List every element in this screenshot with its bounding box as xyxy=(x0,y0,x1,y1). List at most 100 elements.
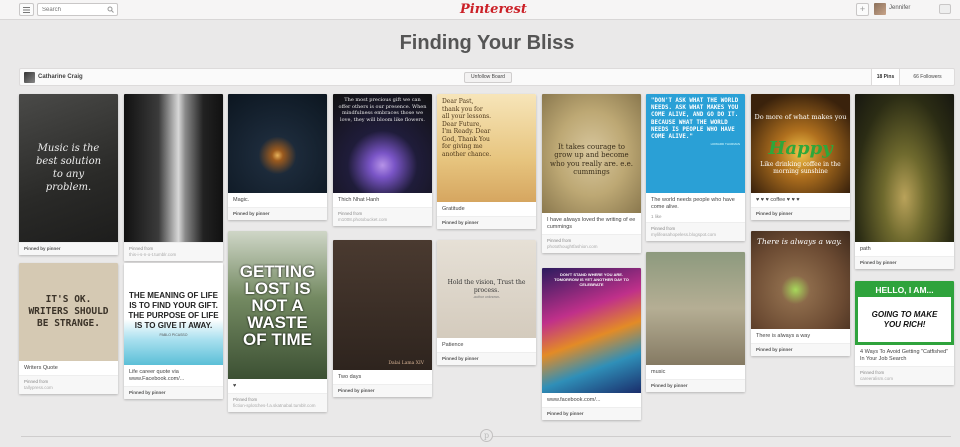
notifications-icon[interactable] xyxy=(939,4,951,14)
pin-source[interactable]: photothoughtfashion.com xyxy=(547,244,636,250)
pinned-by[interactable]: Pinned by pinner xyxy=(756,347,793,352)
pinned-by[interactable]: Pinned by pinner xyxy=(547,411,584,416)
pin-source[interactable]: tallypress.com xyxy=(24,385,113,391)
pin-quote: "DON'T ASK WHAT THE WORLD NEEDS. ASK WHA… xyxy=(651,98,739,141)
pin-card[interactable]: There is always a way. There is always a… xyxy=(751,231,850,356)
pin-image[interactable]: Do more of what makes you Happy Like dri… xyxy=(751,94,850,193)
pin-card[interactable]: Do more of what makes you Happy Like dri… xyxy=(751,94,850,220)
page-title: Finding Your Bliss xyxy=(399,32,575,54)
pin-card[interactable]: HELLO, I AM... GOING TO MAKE YOU RICH! 4… xyxy=(855,281,954,385)
pinterest-logo[interactable]: Pinterest xyxy=(460,1,527,18)
pin-image[interactable]: Music is the best solution to any proble… xyxy=(19,94,118,242)
pinned-by[interactable]: Pinned by pinner xyxy=(24,246,61,251)
pin-image-text: GETTING LOST IS NOT A WASTE OF TIME xyxy=(239,261,316,349)
pin-meta: Pinned by pinner xyxy=(437,216,536,229)
pin-description: Gratitude xyxy=(442,206,465,212)
pin-image[interactable]: The most precious gift we can offer othe… xyxy=(333,94,432,193)
pinterest-footer-icon: p xyxy=(480,429,493,442)
plus-icon: + xyxy=(859,4,866,14)
pinned-by[interactable]: Pinned by pinner xyxy=(442,220,479,225)
pin-meta: Pinned by pinner xyxy=(437,352,536,365)
pin-meta: Pinned from fiction-splotches-f.a.skatnab… xyxy=(228,393,327,412)
pinned-by[interactable]: Pinned by pinner xyxy=(756,211,793,216)
tab-pins-count[interactable]: 18 Pins xyxy=(871,69,900,85)
pin-meta: Pinned by pinner xyxy=(751,343,850,356)
pin-source[interactable]: m1008.photobucket.com xyxy=(338,217,427,223)
unfollow-board-button[interactable]: Unfollow Board xyxy=(464,72,512,83)
pin-image[interactable]: THE MEANING OF LIFE IS TO FIND YOUR GIFT… xyxy=(124,263,223,365)
avatar[interactable] xyxy=(874,3,886,15)
pin-image-text: Do more of what makes you Happy Like dri… xyxy=(751,110,850,178)
pin-source[interactable]: careeralism.com xyxy=(860,376,949,382)
pin-image[interactable]: GETTING LOST IS NOT A WASTE OF TIME xyxy=(228,231,327,379)
like-count[interactable]: 1 like xyxy=(646,214,745,222)
pin-card[interactable]: Music is the best solution to any proble… xyxy=(19,94,118,255)
hamburger-icon xyxy=(23,6,30,13)
top-bar: Pinterest + Jennifer xyxy=(0,0,960,20)
pin-quote-footer: Like drinking coffee in the morning suns… xyxy=(760,160,841,175)
pin-description: I have always loved the writing of ee cu… xyxy=(547,217,636,230)
pin-image[interactable]: Hold the vision, Trust the process. -aut… xyxy=(437,240,536,338)
pin-image-text: Dear Past, thank you for all your lesson… xyxy=(442,98,492,158)
owner-avatar[interactable] xyxy=(24,72,35,83)
pin-card[interactable]: "DON'T ASK WHAT THE WORLD NEEDS. ASK WHA… xyxy=(646,94,745,241)
pin-card[interactable]: The most precious gift we can offer othe… xyxy=(333,94,432,226)
pin-card[interactable]: Dalai Lama XIV Two days Pinned by pinner xyxy=(333,240,432,397)
pin-image[interactable] xyxy=(646,252,745,365)
pinned-by[interactable]: Pinned by pinner xyxy=(442,356,479,361)
tab-followers-count[interactable]: 66 Followers xyxy=(900,69,955,85)
pinned-by[interactable]: Pinned by pinner xyxy=(338,388,375,393)
menu-button[interactable] xyxy=(19,3,34,16)
pin-image[interactable] xyxy=(228,94,327,193)
pin-card[interactable]: It takes courage to grow up and become w… xyxy=(542,94,641,253)
pin-image[interactable] xyxy=(855,94,954,242)
pin-card[interactable]: Pinned from this-i-s-n-o-t.tumblr.com xyxy=(124,94,223,261)
pin-source[interactable]: fiction-splotches-f.a.skatnabal.tumblr.c… xyxy=(233,403,322,409)
pin-source[interactable]: this-i-s-n-o-t.tumblr.com xyxy=(129,252,218,258)
pin-card[interactable]: Hold the vision, Trust the process. -aut… xyxy=(437,240,536,365)
pin-image-text: The most precious gift we can offer othe… xyxy=(338,97,427,123)
add-pin-button[interactable]: + xyxy=(856,3,869,16)
pin-image[interactable]: Dalai Lama XIV xyxy=(333,240,432,370)
search-box xyxy=(37,3,118,16)
pinned-by[interactable]: Pinned by pinner xyxy=(233,211,270,216)
search-icon[interactable] xyxy=(107,6,114,13)
pin-image[interactable]: IT'S OK. WRITERS SHOULD BE STRANGE. xyxy=(19,263,118,361)
pin-card[interactable]: IT'S OK. WRITERS SHOULD BE STRANGE. Writ… xyxy=(19,263,118,394)
pin-quote: Hold the vision, Trust the process. xyxy=(447,279,526,294)
pin-card[interactable]: Dear Past, thank you for all your lesson… xyxy=(437,94,536,229)
pinned-by[interactable]: Pinned by pinner xyxy=(860,260,897,265)
search-input[interactable] xyxy=(38,4,106,15)
pin-quote-highlight: Happy xyxy=(768,137,833,159)
pin-meta: Pinned from m1008.photobucket.com xyxy=(333,207,432,226)
pin-source[interactable]: mylifeasahopeless.blogspot.com xyxy=(651,232,740,238)
pin-quote-author: -author unknown- xyxy=(472,295,501,299)
pin-quote-header: HELLO, I AM... xyxy=(875,285,934,295)
pin-card[interactable]: path Pinned by pinner xyxy=(855,94,954,269)
pin-meta: Pinned by pinner xyxy=(124,386,223,399)
pin-card[interactable]: THE MEANING OF LIFE IS TO FIND YOUR GIFT… xyxy=(124,263,223,399)
pin-meta: Pinned by pinner xyxy=(228,207,327,220)
pin-image[interactable]: "DON'T ASK WHAT THE WORLD NEEDS. ASK WHA… xyxy=(646,94,745,193)
pin-image[interactable]: DON'T STAND WHERE YOU ARE. TOMORROW IS Y… xyxy=(542,268,641,393)
pin-image[interactable]: Dear Past, thank you for all your lesson… xyxy=(437,94,536,202)
pin-quote-author: HOWARD THURMAN xyxy=(710,142,740,147)
pin-meta: Pinned by pinner xyxy=(333,384,432,397)
pin-card[interactable]: Magic. Pinned by pinner xyxy=(228,94,327,220)
pin-image[interactable]: HELLO, I AM... GOING TO MAKE YOU RICH! xyxy=(855,281,954,345)
pin-meta: Pinned from this-i-s-n-o-t.tumblr.com xyxy=(124,242,223,261)
pin-image[interactable]: It takes courage to grow up and become w… xyxy=(542,94,641,213)
pin-image-text: THE MEANING OF LIFE IS TO FIND YOUR GIFT… xyxy=(124,285,223,343)
pin-image[interactable] xyxy=(124,94,223,242)
owner-name[interactable]: Catharine Craig xyxy=(38,74,83,80)
pin-card[interactable]: DON'T STAND WHERE YOU ARE. TOMORROW IS Y… xyxy=(542,268,641,420)
pin-description: music xyxy=(651,369,666,375)
pin-image[interactable]: There is always a way. xyxy=(751,231,850,329)
pin-card[interactable]: GETTING LOST IS NOT A WASTE OF TIME ♥ Pi… xyxy=(228,231,327,412)
pin-card[interactable]: music Pinned by pinner xyxy=(646,252,745,392)
pinned-by[interactable]: Pinned by pinner xyxy=(129,390,166,395)
pinned-by[interactable]: Pinned by pinner xyxy=(651,383,688,388)
user-name[interactable]: Jennifer xyxy=(889,5,910,11)
pin-description: Thich Nhat Hanh xyxy=(338,197,380,203)
pin-description: The world needs people who have come ali… xyxy=(651,197,735,210)
